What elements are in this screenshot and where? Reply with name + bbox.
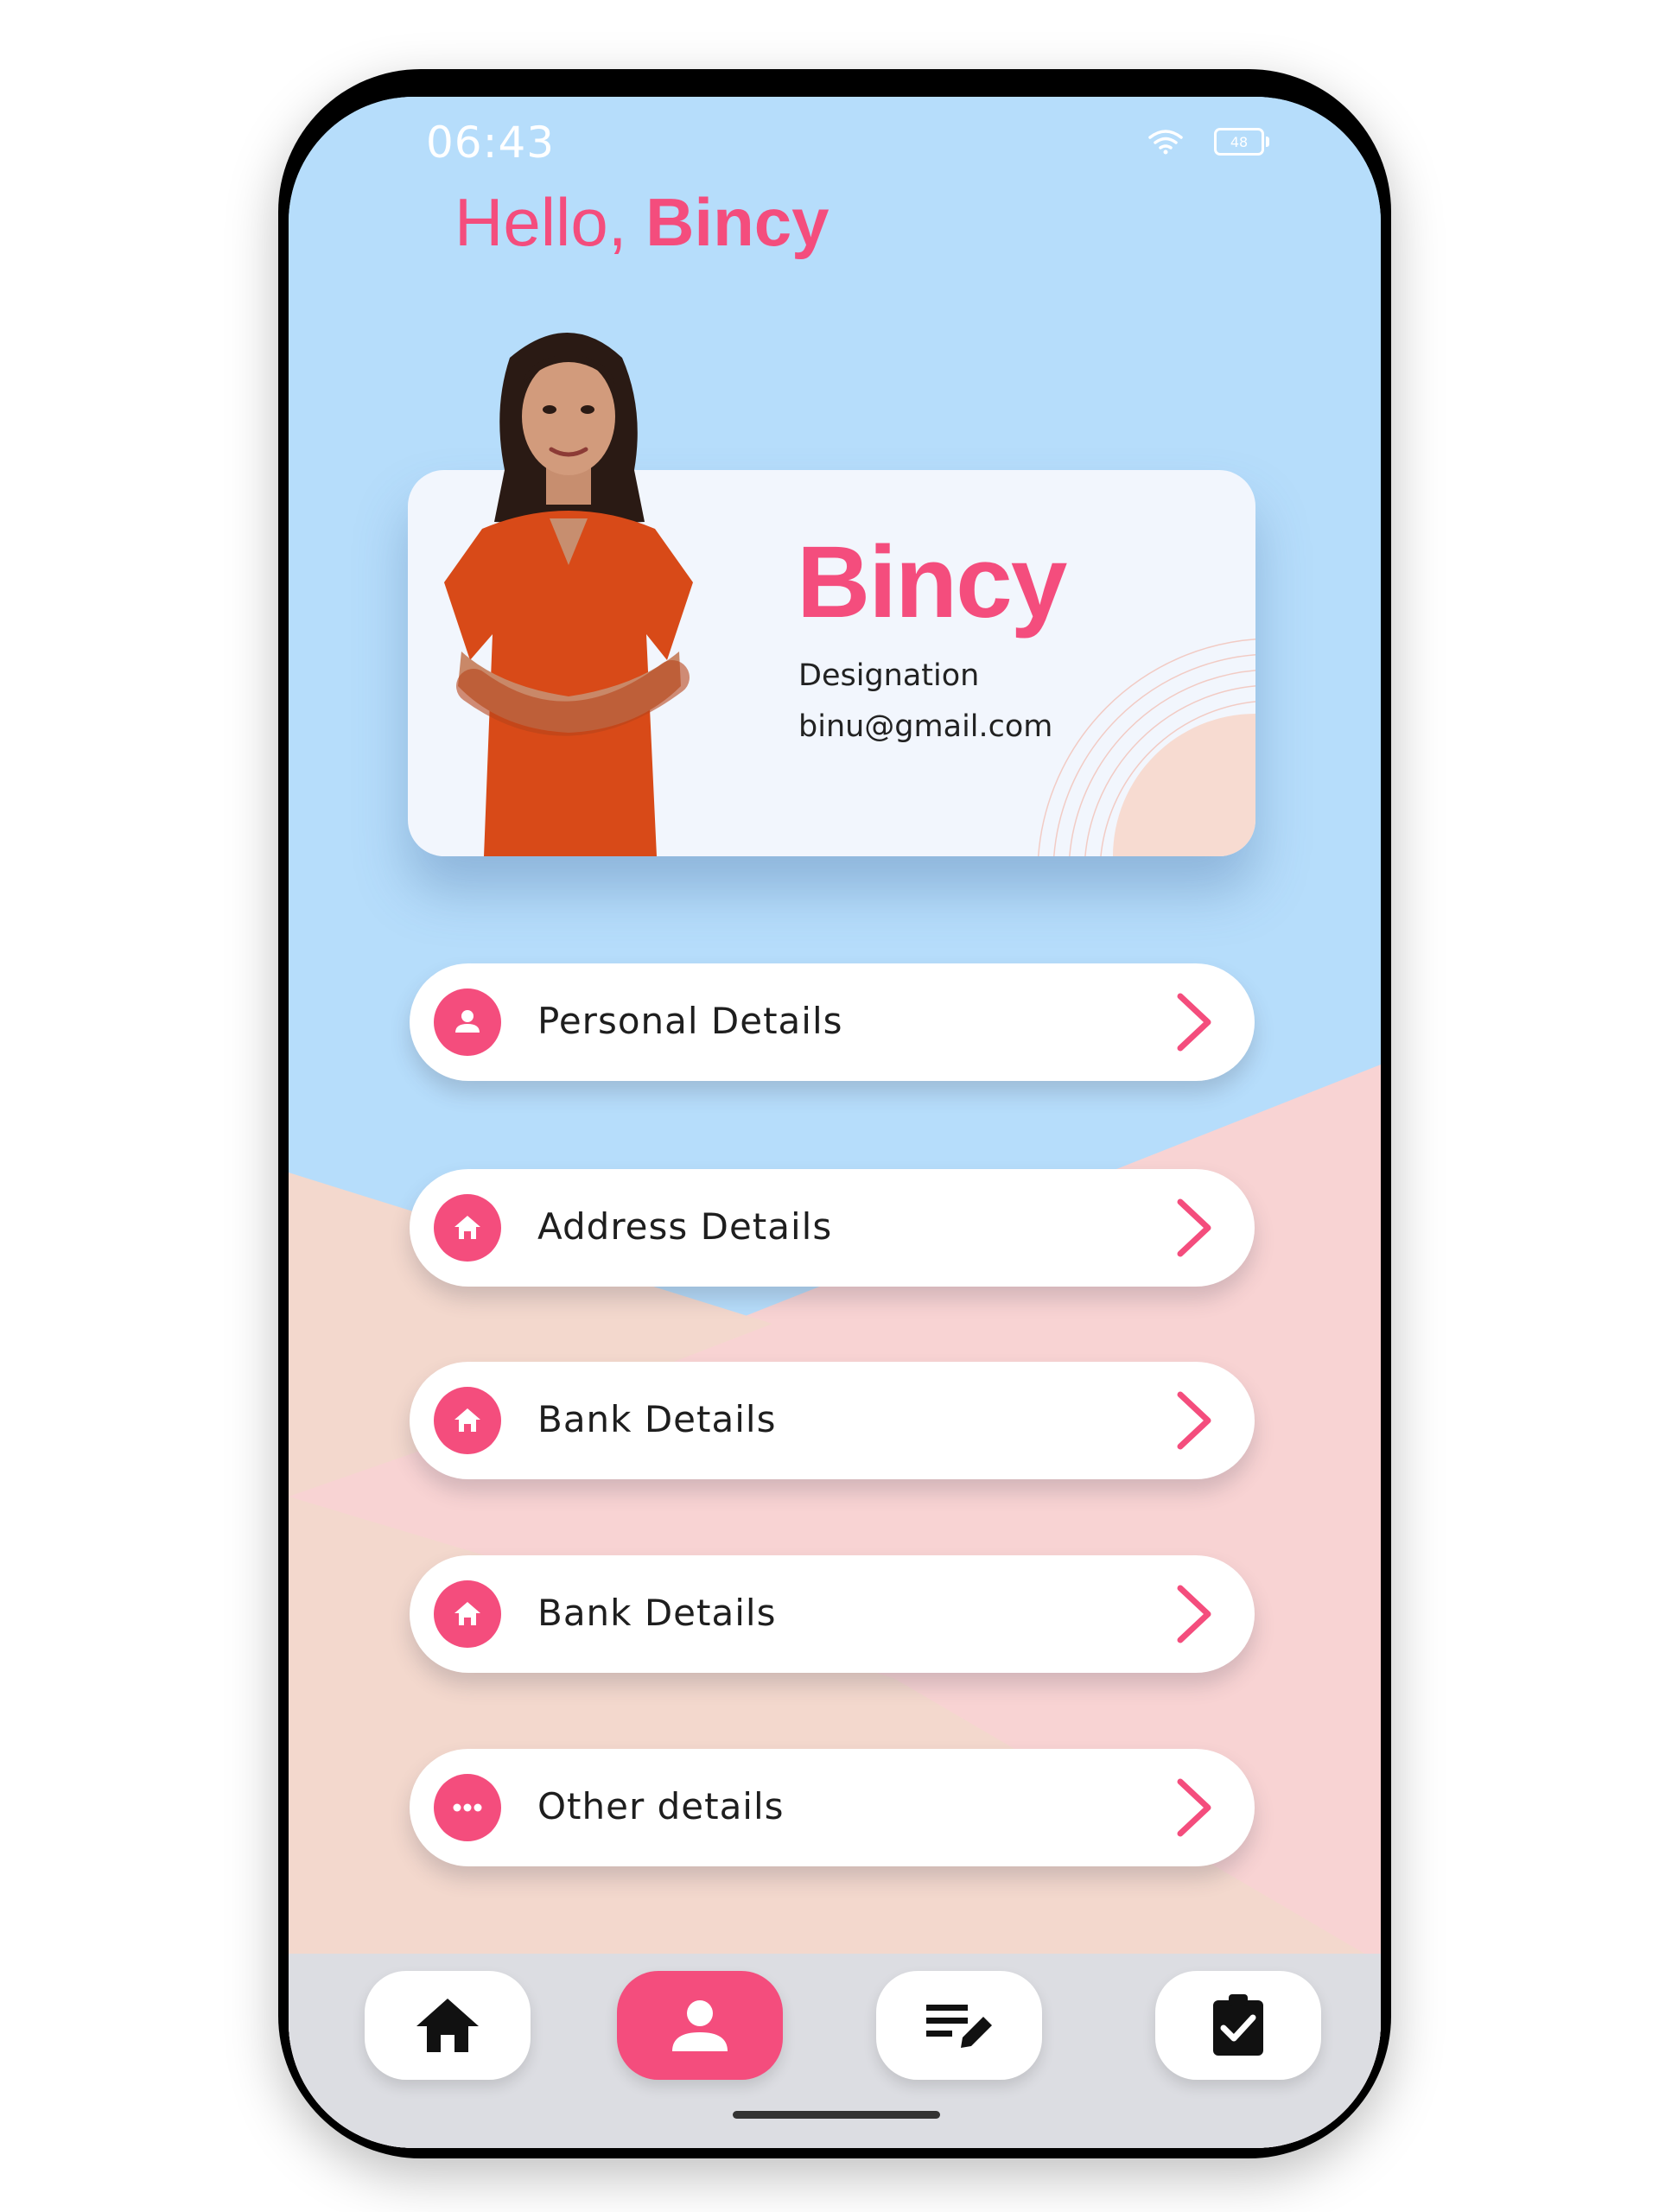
profile-name: Bincy [797, 525, 1067, 639]
menu-item-label: Bank Details [537, 1592, 777, 1634]
home-icon [434, 1387, 501, 1454]
edit-list-icon [926, 2005, 992, 2048]
profile-designation: Designation [798, 658, 980, 693]
chevron-right-icon [1177, 1778, 1211, 1837]
chevron-right-icon [1177, 1198, 1211, 1257]
nav-home-button[interactable] [365, 1971, 531, 2080]
greeting-prefix: Hello, [454, 184, 646, 260]
profile-email: binu@gmail.com [798, 709, 1053, 744]
person-icon [672, 2000, 728, 2051]
status-icons: 48 [1148, 128, 1269, 156]
menu-item-label: Address Details [537, 1205, 833, 1248]
chevron-right-icon [1177, 1585, 1211, 1643]
phone-screen: 06:43 48 Hello, Bincy Bincy Designation … [289, 97, 1381, 2148]
nav-tasks-button[interactable] [1155, 1971, 1321, 2080]
battery-level: 48 [1230, 133, 1249, 150]
greeting-name: Bincy [645, 184, 830, 260]
clipboard-check-icon [1213, 1994, 1263, 2056]
wifi-icon [1148, 130, 1183, 155]
home-indicator[interactable] [733, 2111, 940, 2119]
menu-item-label: Other details [537, 1785, 785, 1827]
battery-icon: 48 [1214, 128, 1269, 156]
nav-edit-button[interactable] [876, 1971, 1042, 2080]
menu-item-label: Bank Details [537, 1398, 777, 1440]
menu-item-other-details[interactable]: Other details [410, 1749, 1255, 1866]
menu-item-address-details[interactable]: Address Details [410, 1169, 1255, 1287]
chevron-right-icon [1177, 1391, 1211, 1450]
person-icon [434, 988, 501, 1056]
menu-item-personal-details[interactable]: Personal Details [410, 963, 1255, 1081]
more-horizontal-icon [434, 1774, 501, 1841]
menu-item-bank-details[interactable]: Bank Details [410, 1362, 1255, 1479]
bottom-nav [289, 1954, 1381, 2148]
greeting: Hello, Bincy [454, 183, 830, 262]
profile-photo [444, 333, 693, 856]
menu-item-bank-details-2[interactable]: Bank Details [410, 1555, 1255, 1673]
status-time: 06:43 [426, 118, 556, 168]
nav-profile-button[interactable] [617, 1971, 783, 2080]
menu-item-label: Personal Details [537, 1000, 843, 1042]
home-icon [416, 1999, 479, 2052]
home-icon [434, 1194, 501, 1262]
chevron-right-icon [1177, 993, 1211, 1052]
home-icon [434, 1580, 501, 1648]
